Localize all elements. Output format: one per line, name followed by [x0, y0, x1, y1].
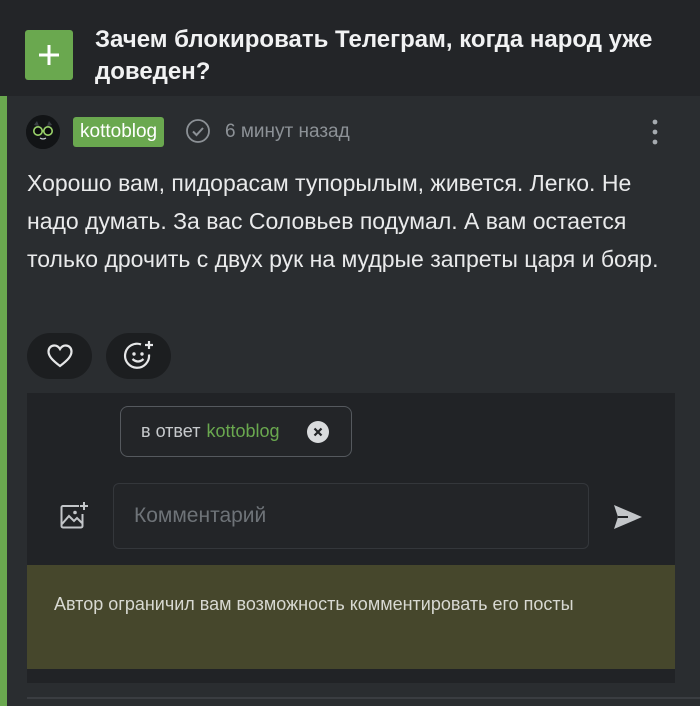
reply-prefix: в ответ — [141, 421, 201, 441]
more-vertical-icon[interactable] — [646, 117, 664, 147]
comment-time[interactable]: 6 минут назад — [225, 119, 350, 145]
post-title[interactable]: Зачем блокировать Телеграм, когда народ … — [95, 24, 675, 88]
emoji-add-icon — [123, 341, 153, 369]
send-icon[interactable] — [612, 503, 644, 531]
reply-to-chip: в ответ kottoblog — [120, 406, 352, 457]
expand-post-button[interactable] — [25, 30, 73, 80]
comment-input[interactable] — [113, 483, 589, 549]
comment-text: Хорошо вам, пидорасам тупорылым, живется… — [27, 170, 659, 272]
comment-author[interactable]: kottoblog — [73, 117, 165, 147]
add-reaction-button[interactable] — [106, 333, 171, 379]
page: Зачем блокировать Телеграм, когда народ … — [0, 0, 700, 706]
comment-restriction-notice: Автор ограничил вам возможность комменти… — [27, 565, 675, 669]
reply-user[interactable]: kottoblog — [206, 421, 279, 442]
like-button[interactable] — [27, 333, 92, 379]
remove-reply-button[interactable] — [307, 421, 329, 443]
close-icon — [313, 427, 323, 437]
comment-branch-line[interactable] — [0, 96, 7, 706]
plus-icon — [39, 45, 59, 65]
verified-icon — [186, 119, 210, 143]
image-add-icon[interactable] — [58, 500, 90, 532]
post-header: Зачем блокировать Телеграм, когда народ … — [0, 0, 700, 96]
divider — [27, 697, 700, 699]
avatar-cat-icon — [26, 115, 60, 149]
avatar[interactable] — [26, 115, 60, 149]
heart-icon — [46, 344, 73, 368]
